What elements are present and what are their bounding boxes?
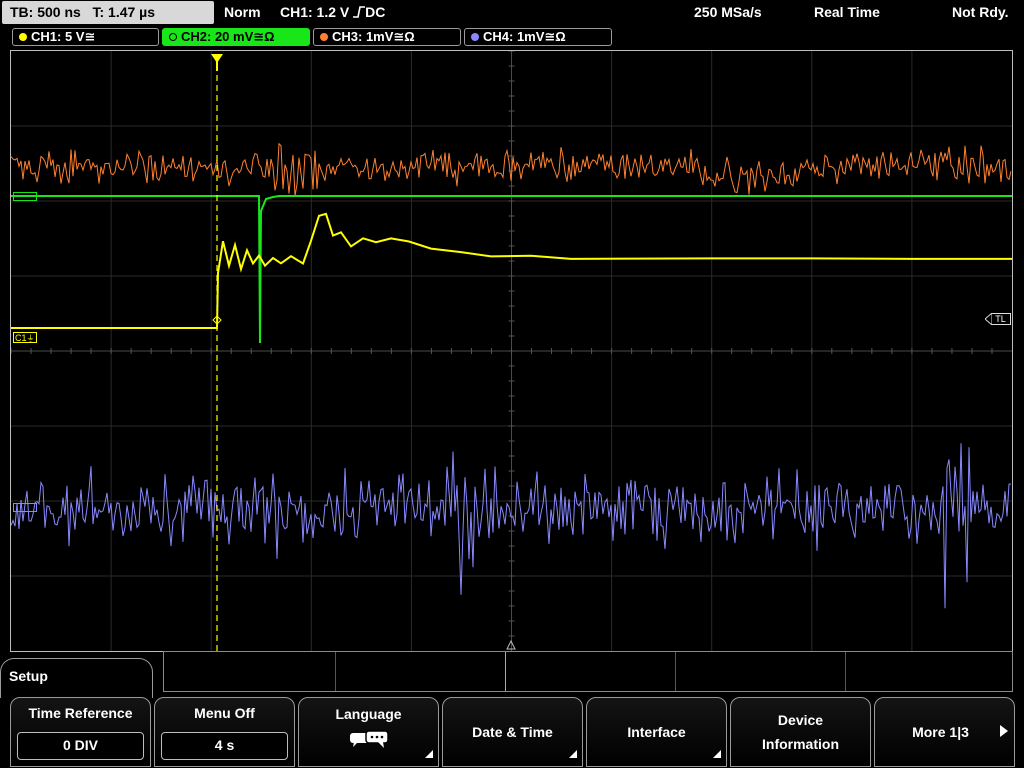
menu-off-button[interactable]: Menu Off 4 s xyxy=(154,697,295,767)
waveform-canvas xyxy=(11,51,1012,651)
time-reference-value: 0 DIV xyxy=(17,732,144,760)
softkey-label: Time Reference xyxy=(28,705,133,721)
status-bar: TB: 500 ns T: 1.47 µs Norm CH1: 1.2 V DC… xyxy=(0,0,1024,26)
softkey-label: Menu Off xyxy=(194,705,255,721)
trigger-mode[interactable]: Norm xyxy=(224,4,261,20)
date-time-button[interactable]: Date & Time xyxy=(442,697,583,767)
interface-button[interactable]: Interface xyxy=(586,697,727,767)
ch2-offset-marker[interactable] xyxy=(13,192,37,201)
channel-tab-label: CH4: 1mV≅Ω xyxy=(483,29,566,44)
softkey-label: More 1|3 xyxy=(912,724,969,740)
chevron-right-icon xyxy=(1000,725,1008,737)
device-information-button[interactable]: Device Information xyxy=(730,697,871,767)
time-reference-button[interactable]: Time Reference 0 DIV xyxy=(10,697,151,767)
channel-tab-ch2[interactable]: CH2: 20 mV≅Ω xyxy=(162,28,310,46)
overview-strip[interactable] xyxy=(163,651,1013,692)
channel-tab-label: CH2: 20 mV≅Ω xyxy=(181,29,275,44)
trigger-coupling: DC xyxy=(365,4,386,20)
menu-title-tab: Setup xyxy=(0,658,153,698)
channel-tab-ch3[interactable]: CH3: 1mV≅Ω xyxy=(313,28,461,46)
trigger-source[interactable]: CH1: 1.2 V DC xyxy=(280,4,385,20)
menu-off-value: 4 s xyxy=(161,732,288,760)
trigger-time-value: T: 1.47 µs xyxy=(92,4,156,20)
graticule-grid xyxy=(11,51,1012,651)
channel-tab-label: CH3: 1mV≅Ω xyxy=(332,29,415,44)
sample-rate: 250 MSa/s xyxy=(694,4,762,20)
ch1-offset-marker[interactable]: C1⏚ xyxy=(13,332,37,343)
channel-tab-label: CH1: 5 V≅ xyxy=(31,29,96,44)
trigger-source-label: CH1: 1.2 V xyxy=(280,4,350,20)
waveform-display[interactable]: C1⏚ TL xyxy=(10,50,1013,652)
more-button[interactable]: More 1|3 xyxy=(874,697,1015,767)
softkey-label: Device xyxy=(777,712,824,728)
acquisition-mode[interactable]: Real Time xyxy=(814,4,880,20)
channel-tab-ch4[interactable]: CH4: 1mV≅Ω xyxy=(464,28,612,46)
trigger-level-arrow-icon xyxy=(985,313,992,325)
softkey-label-line2: Information xyxy=(762,736,839,752)
trigger-status: Not Rdy. xyxy=(952,4,1009,20)
timebase-value: TB: 500 ns xyxy=(10,4,81,20)
timebase-display[interactable]: TB: 500 ns T: 1.47 µs xyxy=(2,1,214,24)
speech-bubbles-icon xyxy=(350,730,389,748)
channel-tab-ch1[interactable]: CH1: 5 V≅ xyxy=(12,28,159,46)
rising-edge-icon xyxy=(353,6,366,18)
softkey-label: Date & Time xyxy=(472,724,553,740)
channel-color-dot-icon xyxy=(19,33,27,41)
menu-title: Setup xyxy=(9,668,48,684)
channel-color-dot-icon xyxy=(471,33,479,41)
language-button[interactable]: Language xyxy=(298,697,439,767)
trigger-level-label: TL xyxy=(995,314,1006,324)
softkey-label: Language xyxy=(335,706,402,722)
channel-color-dot-icon xyxy=(169,33,177,41)
channel-color-dot-icon xyxy=(320,33,328,41)
softkey-label: Interface xyxy=(627,724,686,740)
ch4-offset-marker[interactable] xyxy=(13,503,37,512)
ch1-marker-label: C1 xyxy=(15,333,27,343)
trigger-level-marker[interactable]: TL xyxy=(991,313,1011,325)
